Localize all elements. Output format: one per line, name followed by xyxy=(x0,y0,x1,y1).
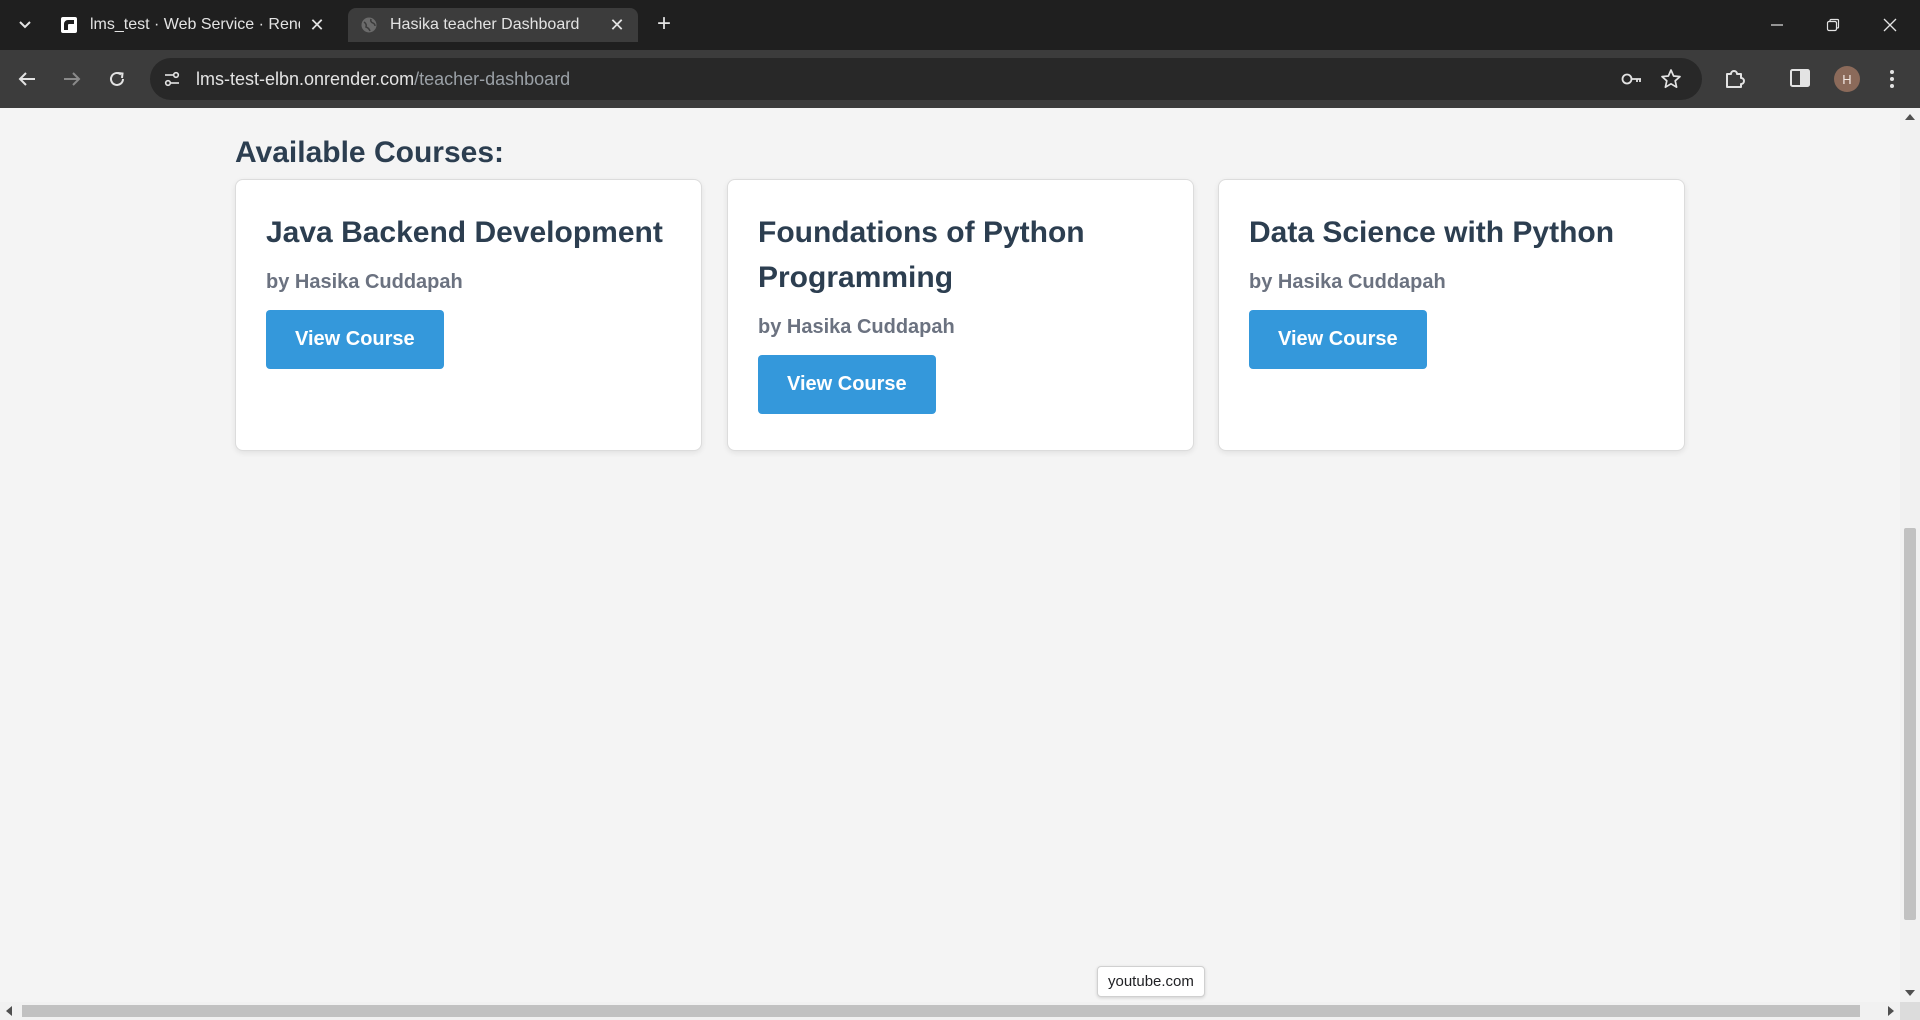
course-card: Foundations of Python Programming by Has… xyxy=(727,179,1194,451)
tab-close-icon[interactable]: ✕ xyxy=(608,15,626,35)
vertical-scroll-thumb[interactable] xyxy=(1904,528,1916,920)
star-icon[interactable] xyxy=(1660,68,1682,90)
reload-icon[interactable] xyxy=(102,64,132,94)
view-course-button[interactable]: View Course xyxy=(758,355,936,414)
course-author: by Hasika Cuddapah xyxy=(1249,271,1446,293)
course-card: Java Backend Development by Hasika Cudda… xyxy=(235,179,702,451)
profile-avatar[interactable]: H xyxy=(1834,66,1860,92)
page-viewport: Available Courses: Java Backend Developm… xyxy=(0,108,1900,1002)
new-tab-plus-icon[interactable]: + xyxy=(652,12,676,37)
url-host: lms-test-elbn.onrender.com xyxy=(196,69,415,89)
available-courses-heading: Available Courses: xyxy=(235,136,504,169)
tab-hasika-teacher-dashboard[interactable]: Hasika teacher Dashboard ✕ xyxy=(348,8,638,42)
tab-search-chevron-down-icon[interactable] xyxy=(12,13,38,37)
scroll-right-arrow-icon[interactable] xyxy=(1888,1006,1894,1016)
url-text[interactable]: lms-test-elbn.onrender.com/teacher-dashb… xyxy=(196,69,570,90)
course-title: Java Backend Development xyxy=(266,216,663,249)
restore-icon[interactable] xyxy=(1818,10,1848,40)
link-status-tooltip: youtube.com xyxy=(1097,966,1205,997)
side-panel-icon[interactable] xyxy=(1788,66,1812,90)
puzzle-icon[interactable] xyxy=(1722,65,1748,91)
forward-arrow-icon[interactable] xyxy=(57,64,87,94)
more-vertical-icon[interactable] xyxy=(1880,66,1904,92)
scrollbar-corner xyxy=(1900,1002,1920,1020)
globe-icon xyxy=(360,16,378,34)
scroll-left-arrow-icon[interactable] xyxy=(6,1006,12,1016)
scroll-down-arrow-icon[interactable] xyxy=(1905,990,1915,996)
tab-close-icon[interactable]: ✕ xyxy=(308,15,326,35)
browser-toolbar: lms-test-elbn.onrender.com/teacher-dashb… xyxy=(0,50,1920,108)
course-author: by Hasika Cuddapah xyxy=(758,316,955,338)
key-icon[interactable] xyxy=(1620,69,1644,89)
tab-title: lms_test · Web Service · Render xyxy=(90,16,300,33)
course-title: Data Science with Python xyxy=(1249,216,1615,249)
tab-lms-test-render[interactable]: lms_test · Web Service · Render ✕ xyxy=(48,8,338,42)
address-bar[interactable]: lms-test-elbn.onrender.com/teacher-dashb… xyxy=(150,58,1702,100)
course-card: Data Science with Python by Hasika Cudda… xyxy=(1218,179,1685,451)
tab-title: Hasika teacher Dashboard xyxy=(390,16,580,33)
site-info-icon[interactable] xyxy=(162,69,182,89)
horizontal-scrollbar[interactable] xyxy=(0,1002,1900,1020)
scroll-up-arrow-icon[interactable] xyxy=(1905,114,1915,120)
window-close-icon[interactable] xyxy=(1875,10,1905,40)
render-logo-icon xyxy=(60,16,78,34)
browser-tab-bar: lms_test · Web Service · Render ✕ Hasika… xyxy=(0,0,1920,50)
view-course-button[interactable]: View Course xyxy=(266,310,444,369)
view-course-button[interactable]: View Course xyxy=(1249,310,1427,369)
horizontal-scroll-thumb[interactable] xyxy=(22,1005,1860,1017)
course-author: by Hasika Cuddapah xyxy=(266,271,463,293)
back-arrow-icon[interactable] xyxy=(12,64,42,94)
course-title: Foundations of Python Programming xyxy=(758,216,1085,294)
url-path: /teacher-dashboard xyxy=(414,69,571,89)
vertical-scrollbar[interactable] xyxy=(1900,108,1920,1002)
minimize-icon[interactable] xyxy=(1762,10,1792,40)
